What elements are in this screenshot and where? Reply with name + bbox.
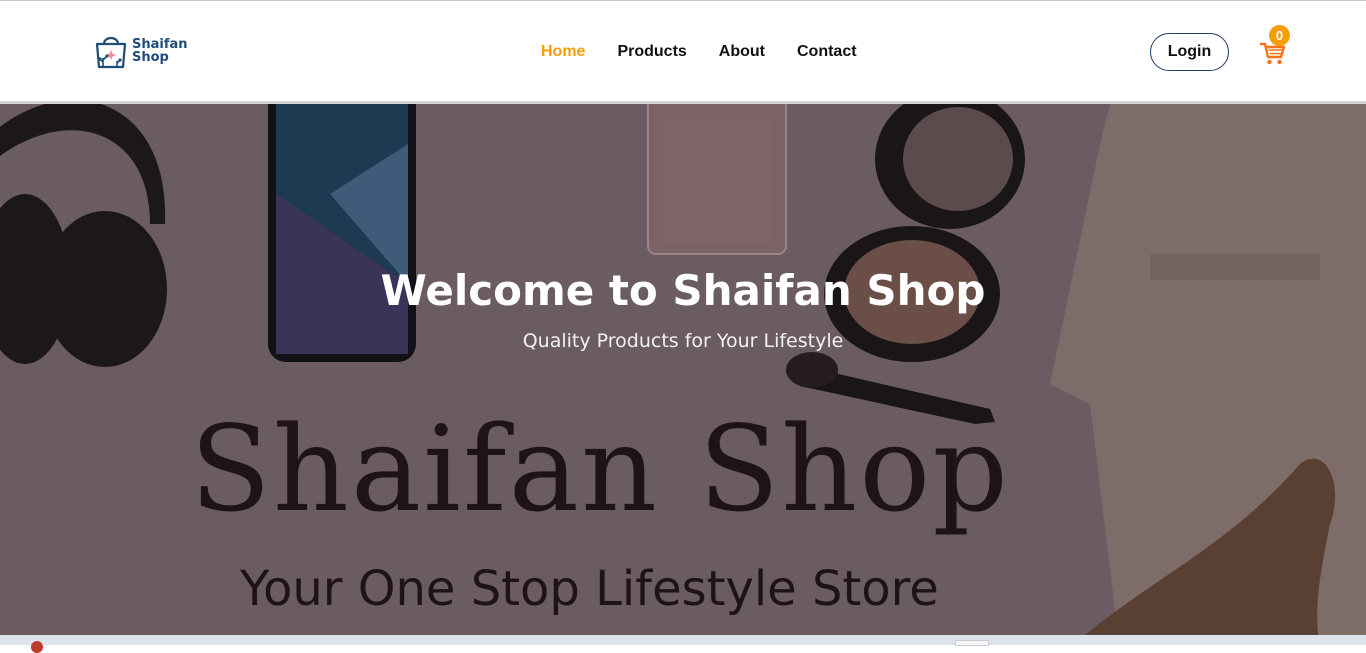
navbar: Shaifan Shop Home Products About Contact… [0, 1, 1366, 101]
brand-wordmark: Shaifan Shop [132, 38, 188, 64]
brand-logo[interactable]: Shaifan Shop [93, 31, 193, 71]
nav-link-about[interactable]: About [719, 41, 765, 63]
hero-background-tagline: Your One Stop Lifestyle Store [240, 561, 939, 617]
main-nav: Home Products About Contact [541, 41, 889, 63]
login-button[interactable]: Login [1150, 33, 1229, 71]
taskbar-tab[interactable] [955, 640, 989, 646]
smartphone-image [268, 104, 416, 362]
hero-background-image [0, 104, 1366, 635]
nav-link-contact[interactable]: Contact [797, 41, 857, 63]
hero-title: Welcome to Shaifan Shop [380, 266, 986, 315]
taskbar-app-icon[interactable] [31, 641, 43, 653]
nav-link-home[interactable]: Home [541, 41, 585, 63]
hero-banner: Shaifan Shop Your One Stop Lifestyle Sto… [0, 104, 1366, 635]
hero-subtitle: Quality Products for Your Lifestyle [522, 330, 844, 352]
nav-link-products[interactable]: Products [617, 41, 686, 63]
perfume-bottle-image [647, 104, 787, 255]
taskbar-strip [0, 635, 1366, 645]
brand-name-line2: Shop [132, 50, 169, 65]
shopping-bag-icon [95, 36, 127, 69]
hero-background-brand-text: Shaifan Shop [190, 400, 1010, 538]
cart-count-badge: 0 [1269, 25, 1290, 46]
